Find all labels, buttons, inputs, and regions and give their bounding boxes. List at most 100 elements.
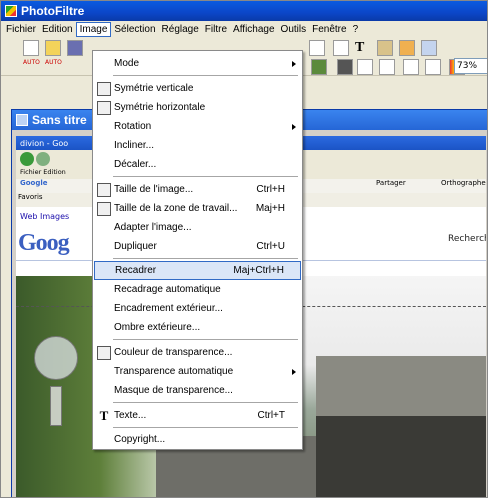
new-file-icon[interactable] [23,40,39,56]
menu-item-label: Texte... [114,410,147,421]
menu-item-shortcut: Ctrl+T [257,410,286,421]
photofiltre-window: PhotoFiltre Fichier Edition Image Sélect… [0,0,488,498]
menu-item-shortcut: Maj+H [255,203,285,214]
menu-selection[interactable]: Sélection [111,23,158,36]
menu-item-taille-image[interactable]: Taille de l'image... Ctrl+H [94,180,301,199]
canvas-tool-icon[interactable] [333,40,349,56]
back-icon [20,152,34,166]
auto-level-icon[interactable]: AUTO [23,59,40,75]
menu-item-label: Dupliquer [114,241,157,252]
paint-tool-icon[interactable] [377,40,393,56]
menu-item-dupliquer[interactable]: Dupliquer Ctrl+U [94,237,301,256]
menu-fenetre[interactable]: Fenêtre [309,23,349,36]
street-bridge [316,356,486,416]
menu-item-label: Rotation [114,121,152,132]
menu-outils[interactable]: Outils [278,23,310,36]
menu-item-label: Taille de la zone de travail... [114,203,238,214]
menu-item-label: Adapter l'image... [114,222,192,233]
menu-item-label: Incliner... [114,140,155,151]
menu-separator [113,402,298,403]
menu-item-encadrement-exterieur[interactable]: Encadrement extérieur... [94,299,301,318]
menu-help[interactable]: ? [350,23,362,36]
filter-tool-icon[interactable] [337,59,353,75]
flip-horizontal-icon [97,100,111,115]
menu-item-couleur-transparence[interactable]: Couleur de transparence... [94,343,301,362]
menu-image[interactable]: Image [75,22,112,37]
menu-item-masque-transparence[interactable]: Masque de transparence... [94,381,301,400]
stamp-tool-icon[interactable] [399,40,415,56]
menu-item-label: Mode [114,58,140,69]
triangle-tool-icon-2[interactable] [425,59,441,75]
menu-filtre[interactable]: Filtre [202,23,230,36]
menu-item-recadrage-automatique[interactable]: Recadrage automatique [94,280,301,299]
submenu-arrow-icon [292,60,296,67]
menu-separator [113,176,298,177]
submenu-arrow-icon [292,123,296,130]
menu-affichage[interactable]: Affichage [230,23,278,36]
app-icon [5,5,17,17]
menu-item-copyright[interactable]: Copyright... [94,430,301,449]
menu-item-label: Encadrement extérieur... [114,303,223,314]
menu-item-symetrie-horizontale[interactable]: Symétrie horizontale [94,98,301,117]
menu-item-decaler[interactable]: Décaler... [94,155,301,174]
drop-tool-icon-1[interactable] [357,59,373,75]
menu-item-taille-zone-travail[interactable]: Taille de la zone de travail... Maj+H [94,199,301,218]
menu-item-label: Symétrie horizontale [114,102,206,113]
auto-contrast-icon[interactable]: AUTO [45,59,62,75]
favorites-label: Favoris [18,193,43,201]
browser-title: divion - Goo [20,138,69,148]
menu-item-transparence-automatique[interactable]: Transparence automatique [94,362,301,381]
grid-tool-icon[interactable] [311,59,327,75]
flip-vertical-icon [97,81,111,96]
window-tool-icon[interactable] [421,40,437,56]
menu-item-shortcut: Ctrl+H [256,184,285,195]
menu-bar: Fichier Edition Image Sélection Réglage … [1,21,487,38]
search-button: Recherche [448,234,486,244]
menu-item-label: Masque de transparence... [114,385,233,396]
menu-item-rotation[interactable]: Rotation [94,117,301,136]
menu-item-label: Recadrage automatique [114,284,221,295]
menu-item-ombre-exterieure[interactable]: Ombre extérieure... [94,318,301,337]
menu-item-shortcut: Maj+Ctrl+H [233,265,284,276]
image-dropdown-menu: Mode Symétrie verticale Symétrie horizon… [92,50,303,450]
save-icon[interactable] [67,40,83,56]
menu-item-texte[interactable]: T Texte... Ctrl+T [94,406,301,425]
menu-item-shortcut: Ctrl+U [256,241,285,252]
menu-item-label: Ombre extérieure... [114,322,201,333]
menu-item-adapter-image[interactable]: Adapter l'image... [94,218,301,237]
street-underpass [316,416,486,497]
menu-separator [113,258,298,259]
drop-tool-icon-2[interactable] [379,59,395,75]
transparency-color-icon [97,345,111,360]
menu-separator [113,75,298,76]
pan-control-icon [34,336,78,380]
menu-item-label: Copyright... [114,434,166,445]
forward-icon [36,152,50,166]
menu-item-label: Taille de l'image... [114,184,194,195]
menu-reglage[interactable]: Réglage [159,23,202,36]
image-size-icon [97,182,111,197]
google-orthographe: Orthographe [441,179,486,187]
menu-item-incliner[interactable]: Incliner... [94,136,301,155]
menu-separator [113,339,298,340]
document-icon [16,114,28,126]
menu-item-label: Couleur de transparence... [114,347,233,358]
menu-edition[interactable]: Edition [39,23,76,36]
menu-fichier[interactable]: Fichier [3,23,39,36]
zoom-slider-icon [50,386,62,426]
menu-separator [113,427,298,428]
text-icon: T [99,407,109,423]
menu-item-mode[interactable]: Mode [94,54,301,73]
text-tool-icon[interactable]: T [355,40,371,56]
menu-item-symetrie-verticale[interactable]: Symétrie verticale [94,79,301,98]
image-size-tool-icon[interactable] [309,40,325,56]
menu-item-label: Recadrer [115,265,157,276]
open-folder-icon[interactable] [45,40,61,56]
auto-label-2: AUTO [45,59,62,66]
app-title: PhotoFiltre [21,4,85,18]
menu-item-recadrer[interactable]: Recadrer Maj+Ctrl+H [94,261,301,280]
triangle-tool-icon-1[interactable] [403,59,419,75]
title-bar: PhotoFiltre [1,1,487,21]
zoom-combo[interactable]: 73% [454,58,487,74]
google-partager: Partager [376,179,406,187]
